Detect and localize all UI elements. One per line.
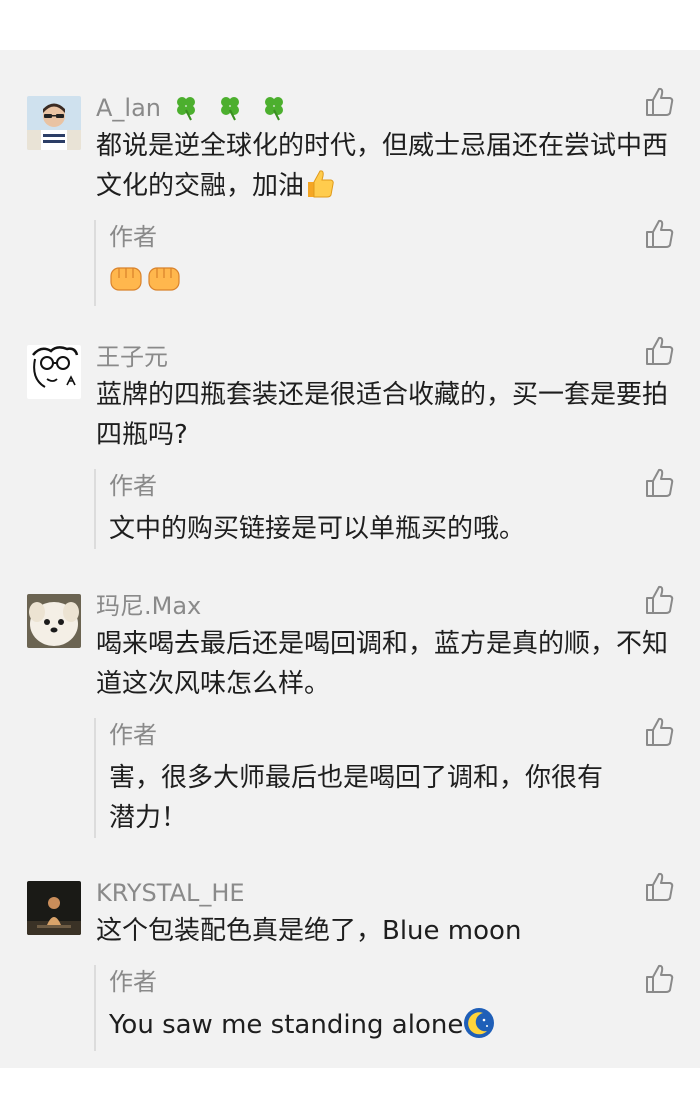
author-reply: 作者 害，很多大师最后也是喝回了调和，你很有潜力！	[94, 718, 609, 838]
comment-text: 这个包装配色真是绝了，Blue moon	[96, 916, 522, 946]
author-name: A_lan	[96, 94, 162, 122]
reply-author-label: 作者	[109, 721, 157, 749]
reply-text	[109, 260, 609, 306]
reply-author-label: 作者	[109, 223, 157, 251]
reply-like-icon[interactable]	[643, 963, 675, 995]
reply-like-icon[interactable]	[643, 218, 675, 250]
comment-author[interactable]: A_lan	[96, 88, 291, 128]
reply-text: You saw me standing alone	[109, 1005, 609, 1051]
author-reply: 作者 You saw me standing alone	[94, 965, 609, 1051]
comments-panel: A_lan 都说是逆全球化的时代，但威士忌届还在尝试中西文化的交融，加油 作者 …	[0, 50, 700, 1068]
like-icon[interactable]	[643, 86, 675, 118]
comment-text: 喝来喝去最后还是喝回调和，蓝方是真的顺，不知道这次风味怎么样。	[96, 629, 669, 699]
like-icon[interactable]	[643, 335, 675, 367]
comment-text: 蓝牌的四瓶套装还是很适合收藏的，买一套是要拍四瓶吗?	[96, 380, 669, 450]
author-name[interactable]: 王子元	[96, 337, 168, 377]
reply-author-label: 作者	[109, 472, 157, 500]
author-name[interactable]: KRYSTAL_HE	[96, 873, 245, 913]
avatar[interactable]	[27, 594, 81, 648]
crescent-moon-emoji	[463, 1007, 495, 1051]
like-icon[interactable]	[643, 871, 675, 903]
avatar[interactable]	[27, 881, 81, 935]
comment-text: 都说是逆全球化的时代，但威士忌届还在尝试中西文化的交融，加油	[96, 126, 670, 212]
reply-like-icon[interactable]	[643, 467, 675, 499]
avatar[interactable]	[27, 96, 81, 150]
thumbs-up-emoji	[304, 168, 336, 212]
author-reply: 作者 文中的购买链接是可以单瓶买的哦。	[94, 469, 609, 549]
reply-text: 害，很多大师最后也是喝回了调和，你很有潜力！	[109, 763, 604, 833]
reply-text: 文中的购买链接是可以单瓶买的哦。	[109, 514, 526, 544]
author-name[interactable]: 玛尼.Max	[96, 586, 201, 626]
raised-fist-emoji	[109, 262, 185, 306]
reply-like-icon[interactable]	[643, 716, 675, 748]
author-reply: 作者	[94, 220, 609, 306]
reply-author-label: 作者	[109, 968, 157, 996]
like-icon[interactable]	[643, 584, 675, 616]
avatar[interactable]	[27, 345, 81, 399]
